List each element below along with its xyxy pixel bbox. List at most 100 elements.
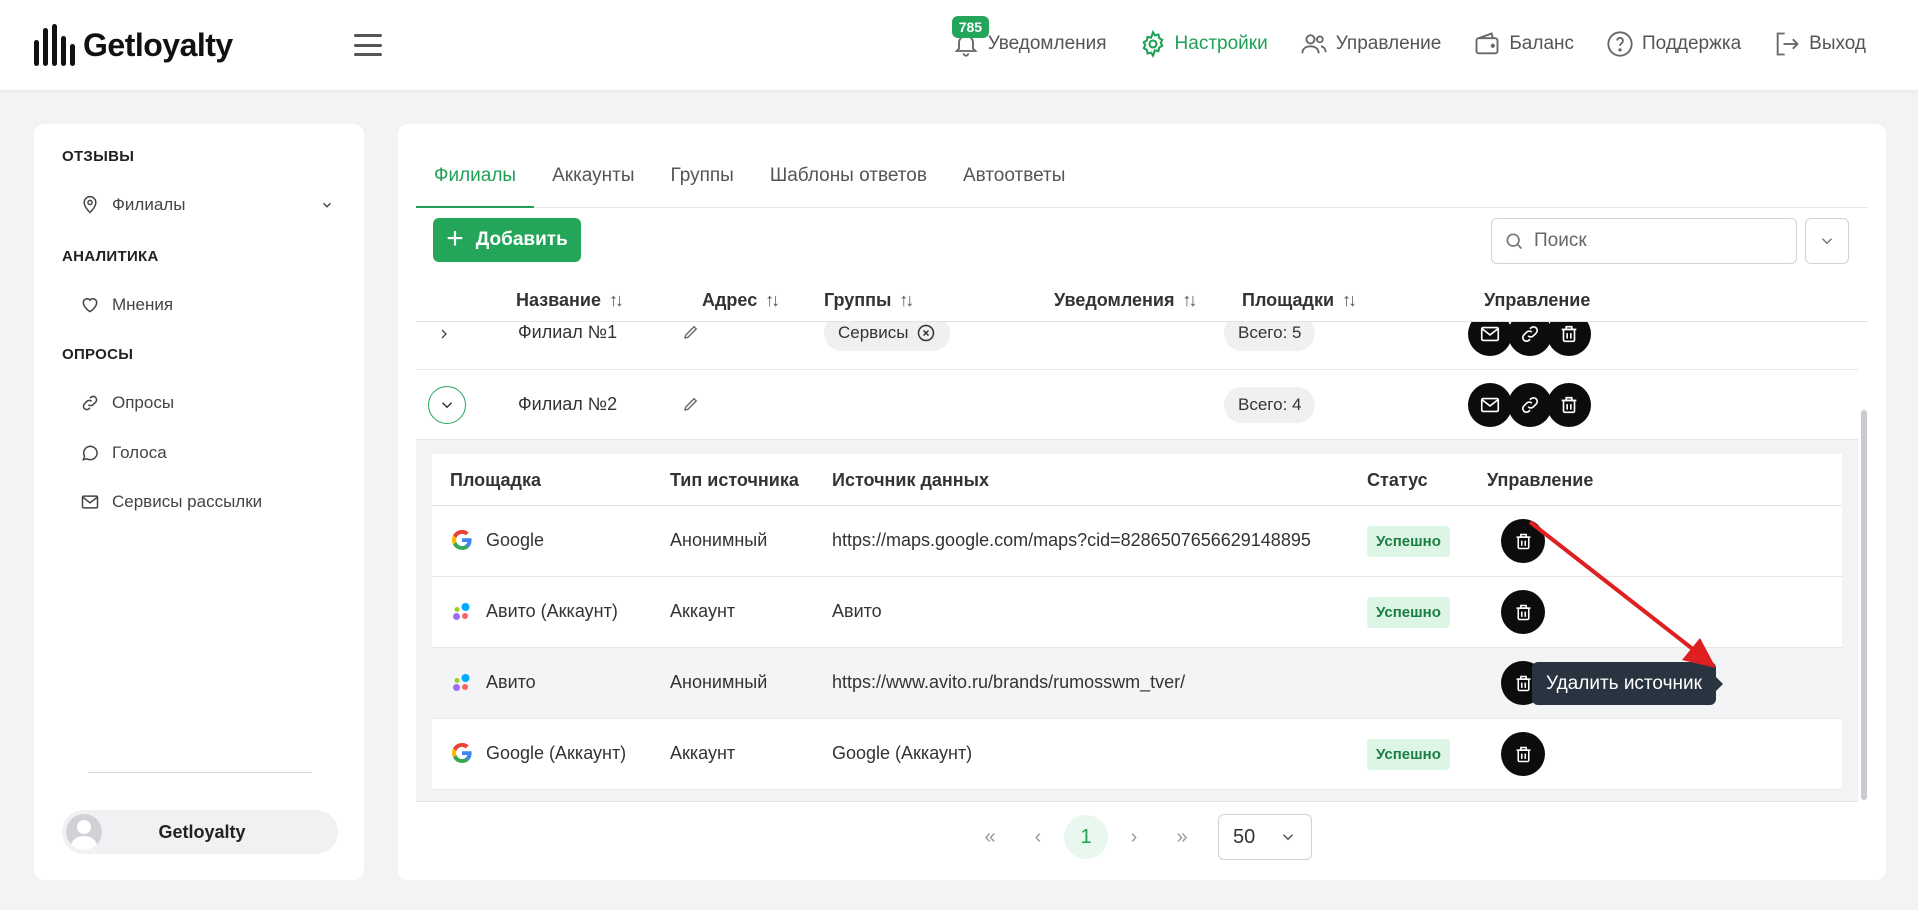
- sidebar-item-surveys[interactable]: Опросы: [80, 388, 334, 418]
- sidebar-item-label: Сервисы рассылки: [112, 492, 263, 511]
- delete-source-button[interactable]: [1501, 590, 1545, 634]
- tab-accounts[interactable]: Аккаунты: [534, 160, 652, 208]
- column-header-groups[interactable]: Группы ↑↓: [824, 290, 914, 311]
- source-url: https://www.avito.ru/brands/rumosswm_tve…: [832, 672, 1186, 692]
- column-label: Адрес: [702, 290, 758, 310]
- last-page-button[interactable]: »: [1160, 815, 1204, 859]
- source-row: Google Анонимный https://maps.google.com…: [432, 506, 1842, 577]
- nav-support[interactable]: Поддержка: [1606, 30, 1741, 58]
- avito-icon: [453, 603, 470, 620]
- sources-table-header: Площадка Тип источника Источник данных С…: [432, 454, 1842, 506]
- source-type: Анонимный: [670, 672, 768, 692]
- sidebar-item-branches[interactable]: Филиалы: [80, 190, 334, 220]
- tab-reply-templates[interactable]: Шаблоны ответов: [752, 160, 945, 208]
- trash-icon: [1561, 396, 1577, 414]
- nav-label: Настройки: [1174, 33, 1268, 54]
- nav-logout[interactable]: Выход: [1773, 30, 1866, 58]
- status-badge: Успешно: [1367, 739, 1450, 770]
- column-label: Площадка: [450, 470, 541, 490]
- delete-source-tooltip: Удалить источник: [1532, 662, 1723, 705]
- wallet-icon: [1475, 32, 1499, 55]
- mail-icon: [1480, 397, 1500, 413]
- send-mail-button[interactable]: [1468, 383, 1512, 427]
- per-page-select[interactable]: 50: [1218, 814, 1312, 860]
- gear-icon: [1141, 30, 1164, 58]
- google-icon: [451, 742, 472, 763]
- column-header-address[interactable]: Адрес ↑↓: [702, 290, 780, 311]
- top-header: Getloyalty 785 Уведомления Настройки Упр…: [0, 0, 1918, 90]
- column-label: Название: [516, 290, 601, 310]
- send-mail-button[interactable]: [1468, 322, 1512, 356]
- top-nav: 785 Уведомления Настройки Управление Бал…: [951, 16, 1866, 58]
- column-label: Группы: [824, 290, 892, 310]
- close-circle-icon[interactable]: [916, 323, 936, 343]
- column-label: Управление: [1484, 290, 1591, 310]
- sort-icon: ↑↓: [899, 290, 914, 310]
- next-page-button[interactable]: ›: [1112, 815, 1156, 859]
- filter-dropdown-button[interactable]: [1805, 218, 1849, 264]
- platform-cell: Авито (Аккаунт): [450, 599, 618, 623]
- sidebar-item-votes[interactable]: Голоса: [80, 438, 334, 468]
- link-button[interactable]: [1508, 322, 1552, 356]
- prev-page-button[interactable]: ‹: [1016, 815, 1060, 859]
- chevron-down-icon: [322, 202, 332, 208]
- chat-bubble-icon: [82, 445, 98, 461]
- trash-icon: [1561, 325, 1577, 343]
- search-input[interactable]: [1534, 230, 1774, 252]
- tab-branches[interactable]: Филиалы: [416, 160, 535, 208]
- per-page-value: 50: [1233, 825, 1256, 848]
- nav-notifications[interactable]: 785 Уведомления: [951, 16, 1107, 58]
- platforms-count-chip: Всего: 5: [1224, 322, 1316, 351]
- sidebar-item-label: Голоса: [112, 443, 167, 462]
- sidebar: ОТЗЫВЫ Филиалы АНАЛИТИКА Мнения ОПРОСЫ О…: [34, 124, 364, 880]
- table-row[interactable]: Филиал №1 Сервисы Всего: 5: [416, 322, 1858, 370]
- column-label: Площадки: [1242, 290, 1335, 310]
- pencil-icon[interactable]: [682, 395, 700, 413]
- link-icon: [1521, 325, 1539, 343]
- trash-icon: [1516, 533, 1530, 549]
- collapse-row-button[interactable]: [428, 386, 466, 424]
- user-profile[interactable]: Getloyalty: [62, 810, 338, 854]
- first-page-button[interactable]: «: [968, 815, 1012, 859]
- platforms-count-chip: Всего: 4: [1224, 387, 1316, 423]
- sidebar-item-mailing[interactable]: Сервисы рассылки: [80, 487, 334, 517]
- table-scrollbar[interactable]: [1861, 410, 1867, 800]
- notifications-badge: 785: [951, 16, 990, 38]
- delete-source-button[interactable]: [1501, 732, 1545, 776]
- sort-icon: ↑↓: [1342, 290, 1357, 310]
- delete-button[interactable]: [1547, 383, 1591, 427]
- tab-groups[interactable]: Группы: [653, 160, 752, 208]
- nav-settings[interactable]: Настройки: [1139, 30, 1268, 58]
- source-row: Google (Аккаунт) Аккаунт Google (Аккаунт…: [432, 719, 1842, 790]
- platform-cell: Google (Аккаунт): [450, 741, 626, 765]
- link-button[interactable]: [1508, 383, 1552, 427]
- nav-balance[interactable]: Баланс: [1473, 30, 1574, 58]
- column-header-platforms[interactable]: Площадки ↑↓: [1242, 290, 1357, 311]
- chevron-right-icon[interactable]: [436, 326, 452, 342]
- main-panel: Филиалы Аккаунты Группы Шаблоны ответов …: [398, 124, 1886, 880]
- source-type: Анонимный: [670, 530, 768, 550]
- trash-icon: [1516, 675, 1530, 691]
- source-type: Аккаунт: [670, 743, 736, 763]
- add-button[interactable]: + Добавить: [433, 218, 581, 262]
- delete-button[interactable]: [1547, 322, 1591, 356]
- heart-icon: [82, 298, 98, 313]
- nav-label: Выход: [1809, 33, 1866, 54]
- chevron-down-icon: [1821, 238, 1833, 245]
- column-header-notifications[interactable]: Уведомления ↑↓: [1054, 290, 1198, 311]
- delete-source-button[interactable]: [1501, 519, 1545, 563]
- pencil-icon[interactable]: [682, 323, 700, 341]
- expanded-sources-panel: Площадка Тип источника Источник данных С…: [416, 440, 1858, 802]
- link-icon: [1521, 396, 1539, 414]
- sidebar-item-opinions[interactable]: Мнения: [80, 290, 334, 320]
- tab-autoreplies[interactable]: Автоответы: [945, 160, 1083, 208]
- sidebar-divider: [88, 772, 312, 773]
- menu-toggle-icon[interactable]: [354, 34, 382, 56]
- nav-management[interactable]: Управление: [1300, 30, 1441, 58]
- table-row[interactable]: Филиал №2 Всего: 4: [416, 370, 1858, 440]
- column-header-name[interactable]: Название ↑↓: [516, 290, 624, 311]
- plus-icon: +: [446, 221, 464, 255]
- page-button-current[interactable]: 1: [1064, 815, 1108, 859]
- table-header: Название ↑↓ Адрес ↑↓ Группы ↑↓ Уведомления ↑…: [416, 280, 1868, 322]
- logo[interactable]: Getloyalty: [34, 24, 233, 66]
